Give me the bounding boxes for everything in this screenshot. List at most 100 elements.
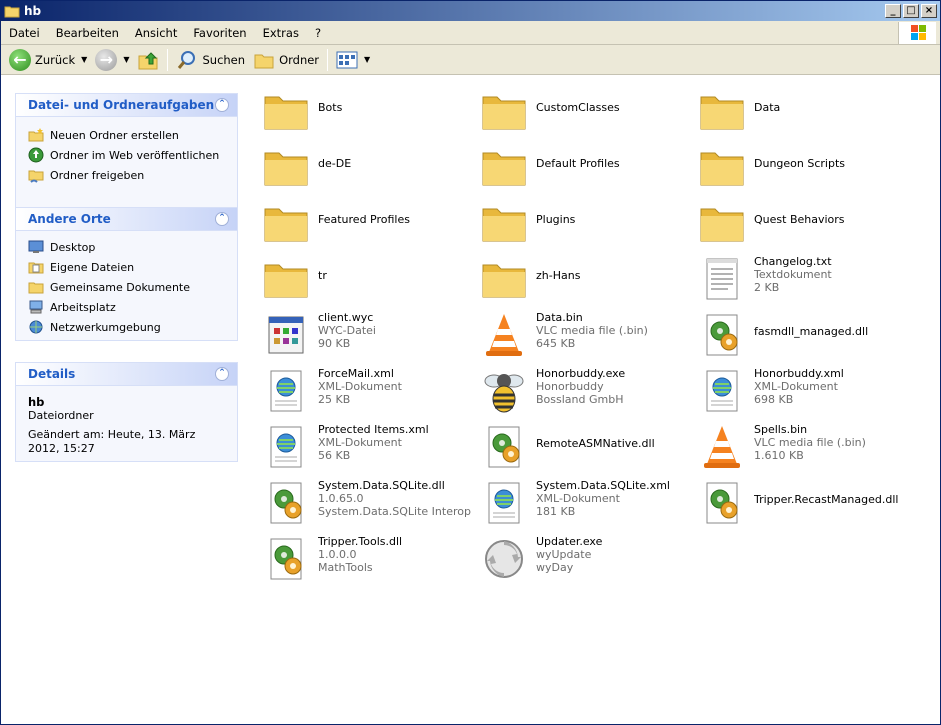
content-area: Datei- und Ordneraufgaben ⌃ Neuen Ordner … [1, 77, 940, 724]
folder-icon [480, 87, 528, 135]
honorbuddy-icon [480, 367, 528, 415]
views-icon [336, 51, 358, 68]
file-item[interactable]: System.Data.SQLite.xml XML-Dokument 181 KB [480, 477, 690, 529]
file-type: 1.0.0.0 [318, 548, 357, 561]
task-share-folder[interactable]: Ordner freigeben [28, 165, 227, 185]
place-desktop[interactable]: Desktop [28, 237, 227, 257]
panel-header[interactable]: Andere Orte ⌃ [16, 208, 237, 231]
file-name: Tripper.Tools.dll [318, 535, 403, 548]
file-item[interactable]: RemoteASMNative.dll [480, 421, 690, 473]
file-item[interactable]: client.wyc WYC-Datei 90 KB [262, 309, 472, 361]
chevron-down-icon[interactable]: ▼ [123, 55, 129, 64]
file-name: CustomClasses [536, 101, 620, 114]
file-detail: System.Data.SQLite Interop Li... [318, 505, 472, 518]
file-item[interactable]: Default Profiles [480, 141, 690, 193]
toolbar-separator [327, 48, 329, 71]
dll-file-icon [262, 535, 310, 583]
file-item[interactable]: Quest Behaviors [698, 197, 908, 249]
view-button[interactable]: ▼ [332, 47, 374, 73]
chevron-down-icon[interactable]: ▼ [81, 55, 87, 64]
file-type: XML-Dokument [754, 380, 838, 393]
collapse-icon[interactable]: ⌃ [215, 98, 229, 112]
file-item[interactable]: zh-Hans [480, 253, 690, 305]
maximize-button[interactable]: □ [903, 4, 919, 18]
file-item[interactable]: Spells.bin VLC media file (.bin) 1.610 KB [698, 421, 908, 473]
details-name: hb [28, 395, 45, 409]
file-detail: MathTools [318, 561, 373, 574]
file-item[interactable]: System.Data.SQLite.dll 1.0.65.0 System.Dat… [262, 477, 472, 529]
search-button[interactable]: Suchen [172, 47, 249, 73]
dll-file-icon [698, 311, 746, 359]
panel-title: Andere Orte [28, 212, 111, 226]
file-item[interactable]: Tripper.Tools.dll 1.0.0.0 MathTools [262, 533, 472, 585]
file-detail: 90 KB [318, 337, 351, 350]
collapse-icon[interactable]: ⌃ [215, 212, 229, 226]
file-item[interactable]: Bots [262, 85, 472, 137]
file-item[interactable]: fasmdll_managed.dll [698, 309, 908, 361]
file-name: Quest Behaviors [754, 213, 845, 226]
menu-datei[interactable]: Datei [1, 22, 48, 44]
place-network[interactable]: Netzwerkumgebung [28, 317, 227, 337]
file-item[interactable]: Changelog.txt Textdokument 2 KB [698, 253, 908, 305]
title-bar[interactable]: hb _ □ × [1, 1, 940, 21]
file-name: Default Profiles [536, 157, 620, 170]
menu-favoriten[interactable]: Favoriten [185, 22, 254, 44]
file-item[interactable]: Honorbuddy.exe Honorbuddy Bossland GmbH [480, 365, 690, 417]
file-name: Featured Profiles [318, 213, 410, 226]
menu-help[interactable]: ? [307, 22, 329, 44]
file-item[interactable]: de-DE [262, 141, 472, 193]
file-item[interactable]: Data.bin VLC media file (.bin) 645 KB [480, 309, 690, 361]
file-detail: 56 KB [318, 449, 351, 462]
file-name: client.wyc [318, 311, 374, 324]
collapse-icon[interactable]: ⌃ [215, 367, 229, 381]
file-name: Protected Items.xml [318, 423, 429, 436]
file-name: Data.bin [536, 311, 583, 324]
file-item[interactable]: Featured Profiles [262, 197, 472, 249]
file-type: VLC media file (.bin) [754, 436, 866, 449]
menu-ansicht[interactable]: Ansicht [127, 22, 185, 44]
close-button[interactable]: × [921, 4, 937, 18]
file-name: RemoteASMNative.dll [536, 437, 655, 450]
file-type: XML-Dokument [318, 436, 402, 449]
place-shared-documents[interactable]: Gemeinsame Dokumente [28, 277, 227, 297]
file-item[interactable]: CustomClasses [480, 85, 690, 137]
search-label: Suchen [202, 52, 246, 67]
up-button[interactable] [133, 47, 163, 73]
task-new-folder[interactable]: Neuen Ordner erstellen [28, 125, 227, 145]
file-item[interactable]: Data [698, 85, 908, 137]
menu-bearbeiten[interactable]: Bearbeiten [48, 22, 127, 44]
place-my-documents[interactable]: Eigene Dateien [28, 257, 227, 277]
panel-header[interactable]: Details ⌃ [16, 363, 237, 386]
file-item[interactable]: ForceMail.xml XML-Dokument 25 KB [262, 365, 472, 417]
file-detail: 645 KB [536, 337, 576, 350]
back-button[interactable]: ← Zurück ▼ [5, 47, 91, 73]
file-item[interactable]: Honorbuddy.xml XML-Dokument 698 KB [698, 365, 908, 417]
menu-extras[interactable]: Extras [255, 22, 307, 44]
minimize-button[interactable]: _ [885, 4, 901, 18]
vlc-icon [698, 423, 746, 471]
shared-documents-icon [28, 282, 44, 294]
my-documents-icon [28, 262, 44, 274]
file-item[interactable]: tr [262, 253, 472, 305]
file-name: Updater.exe [536, 535, 603, 548]
place-my-computer[interactable]: Arbeitsplatz [28, 297, 227, 317]
file-type: Honorbuddy [536, 380, 604, 393]
xml-file-icon [262, 423, 310, 471]
panel-header[interactable]: Datei- und Ordneraufgaben ⌃ [16, 94, 237, 117]
chevron-down-icon: ▼ [364, 55, 371, 64]
file-item[interactable]: Updater.exe wyUpdate wyDay [480, 533, 690, 585]
file-item[interactable]: Tripper.RecastManaged.dll [698, 477, 908, 529]
file-name: ForceMail.xml [318, 367, 394, 380]
file-item[interactable]: Protected Items.xml XML-Dokument 56 KB [262, 421, 472, 473]
task-publish-web[interactable]: Ordner im Web veröffentlichen [28, 145, 227, 165]
new-folder-icon [28, 128, 44, 142]
file-type: XML-Dokument [318, 380, 402, 393]
computer-icon [29, 300, 43, 314]
text-file-icon [698, 255, 746, 303]
folders-button[interactable]: Ordner [249, 47, 323, 73]
dll-file-icon [698, 479, 746, 527]
globe-icon [28, 147, 44, 163]
file-item[interactable]: Plugins [480, 197, 690, 249]
file-item[interactable]: Dungeon Scripts [698, 141, 908, 193]
forward-button[interactable]: → ▼ [91, 47, 133, 73]
